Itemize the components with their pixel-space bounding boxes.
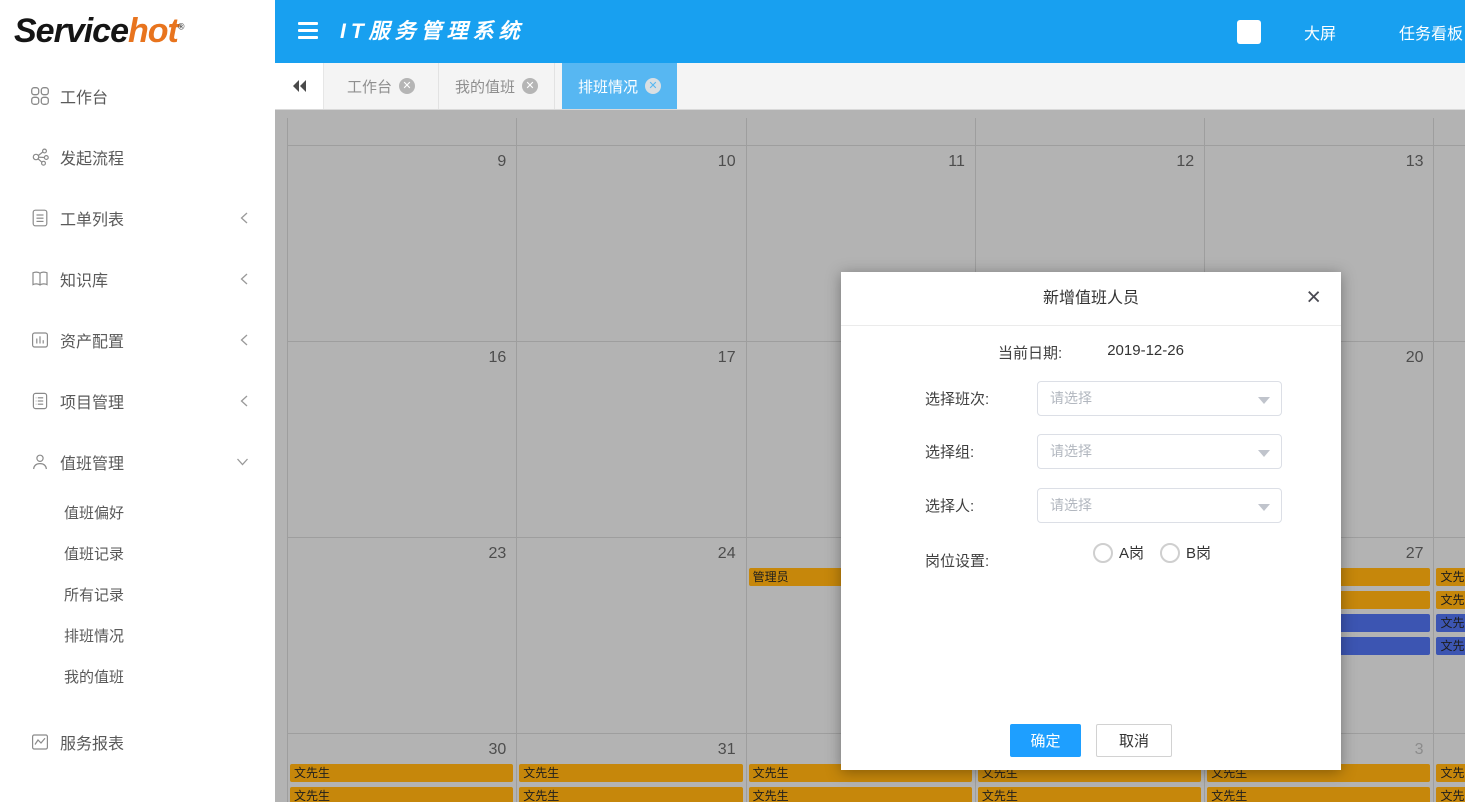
- book-icon: [30, 269, 50, 289]
- sidebar-subitem-label: 所有记录: [64, 584, 124, 605]
- tab-my-duty[interactable]: 我的值班 ✕: [439, 63, 555, 109]
- group-select[interactable]: 请选择: [1037, 434, 1282, 469]
- cancel-button[interactable]: 取消: [1096, 724, 1172, 757]
- caret-down-icon: [1258, 450, 1270, 457]
- sidebar-subitem-my-duty[interactable]: 我的值班: [0, 656, 275, 697]
- hamburger-menu-icon[interactable]: [298, 22, 318, 39]
- sidebar-subitem-label: 值班偏好: [64, 502, 124, 523]
- sidebar-item-label: 工单列表: [60, 206, 124, 230]
- sidebar-subitem-duty-preference[interactable]: 值班偏好: [0, 492, 275, 533]
- sidebar-item-label: 知识库: [60, 267, 108, 291]
- report-chart-icon: [30, 732, 50, 752]
- sidebar-item-label: 值班管理: [60, 450, 124, 474]
- caret-down-icon: [1258, 397, 1270, 404]
- tab-label: 工作台: [347, 76, 392, 97]
- post-setting-label: 岗位设置:: [925, 550, 989, 571]
- add-duty-person-modal: 新增值班人员 × 当前日期: 2019-12-26 选择班次: 请选择 选择组:…: [841, 272, 1341, 770]
- group-select-label: 选择组:: [925, 441, 974, 462]
- current-date-label: 当前日期:: [998, 342, 1062, 363]
- chevron-left-icon: [239, 333, 249, 346]
- big-screen-link[interactable]: 大屏: [1304, 20, 1336, 44]
- post-radio-group: A岗 B岗: [1093, 542, 1211, 563]
- close-icon[interactable]: ✕: [522, 78, 538, 94]
- close-icon[interactable]: ✕: [399, 78, 415, 94]
- caret-down-icon: [1258, 504, 1270, 511]
- radio-post-b[interactable]: B岗: [1160, 542, 1211, 563]
- confirm-button[interactable]: 确定: [1010, 724, 1081, 757]
- collapse-tabs-button[interactable]: [275, 63, 324, 109]
- tab-label: 排班情况: [578, 76, 638, 97]
- sidebar-subitem-label: 排班情况: [64, 625, 124, 646]
- sidebar-item-initiate-process[interactable]: 发起流程: [0, 126, 275, 187]
- sidebar-subitem-shift-schedule[interactable]: 排班情况: [0, 615, 275, 656]
- person-select-label: 选择人:: [925, 495, 974, 516]
- sidebar-item-duty-management[interactable]: 值班管理: [0, 431, 275, 492]
- sidebar-item-asset-config[interactable]: 资产配置: [0, 309, 275, 370]
- sidebar-item-label: 发起流程: [60, 145, 124, 169]
- sidebar-item-label: 项目管理: [60, 389, 124, 413]
- sidebar-item-label: 工作台: [60, 84, 108, 108]
- bar-chart-icon: [30, 330, 50, 350]
- sidebar-item-knowledge-base[interactable]: 知识库: [0, 248, 275, 309]
- grid-icon: [30, 86, 50, 106]
- select-placeholder: 请选择: [1038, 382, 1281, 415]
- current-date-value: 2019-12-26: [1107, 342, 1184, 363]
- user-icon: [30, 452, 50, 472]
- current-date-row: 当前日期: 2019-12-26: [841, 342, 1341, 363]
- close-icon[interactable]: ×: [1306, 283, 1321, 311]
- sidebar-item-service-reports[interactable]: 服务报表: [0, 711, 275, 772]
- chevron-left-icon: [239, 394, 249, 407]
- radio-label: B岗: [1186, 542, 1211, 563]
- select-placeholder: 请选择: [1038, 435, 1281, 468]
- sidebar-subitem-label: 值班记录: [64, 543, 124, 564]
- chevron-left-icon: [239, 211, 249, 224]
- shift-select-label: 选择班次:: [925, 388, 989, 409]
- task-board-link[interactable]: 任务看板: [1399, 20, 1463, 44]
- modal-header: 新增值班人员 ×: [841, 272, 1341, 326]
- sidebar-subitem-all-records[interactable]: 所有记录: [0, 574, 275, 615]
- sidebar-item-project-management[interactable]: 项目管理: [0, 370, 275, 431]
- flow-icon: [30, 147, 50, 167]
- duty-submenu: 值班偏好 值班记录 所有记录 排班情况 我的值班: [0, 492, 275, 697]
- document-list-icon: [30, 208, 50, 228]
- app-title: IT服务管理系统: [340, 0, 525, 63]
- sidebar-item-workbench[interactable]: 工作台: [0, 65, 275, 126]
- logo: Servicehot®: [0, 0, 275, 63]
- modal-footer: 确定 取消: [841, 724, 1341, 757]
- tab-bar: 工作台 ✕ 我的值班 ✕ 排班情况 ✕: [275, 63, 1465, 110]
- double-chevron-left-icon: [290, 78, 308, 94]
- chevron-down-icon: [236, 457, 249, 467]
- sidebar-item-partial[interactable]: [0, 795, 275, 802]
- logo-text: Servicehot®: [14, 12, 184, 51]
- sidebar-menu: 工作台 发起流程 工单列表 知: [0, 63, 275, 802]
- tab-shift-schedule[interactable]: 排班情况 ✕: [562, 63, 677, 109]
- registered-mark: ®: [178, 22, 184, 32]
- shift-select[interactable]: 请选择: [1037, 381, 1282, 416]
- tab-workbench[interactable]: 工作台 ✕: [324, 63, 439, 109]
- sidebar-subitem-duty-records[interactable]: 值班记录: [0, 533, 275, 574]
- sidebar: Servicehot® 工作台 发起流程 工单列表: [0, 0, 275, 802]
- radio-circle-icon: [1160, 543, 1180, 563]
- modal-title: 新增值班人员: [841, 272, 1341, 325]
- fullscreen-square-icon[interactable]: [1237, 20, 1261, 44]
- app-window: Servicehot® 工作台 发起流程 工单列表: [0, 0, 1465, 802]
- top-header: IT服务管理系统 大屏 任务看板: [275, 0, 1465, 63]
- select-placeholder: 请选择: [1038, 489, 1281, 522]
- sidebar-item-label: 资产配置: [60, 328, 124, 352]
- sidebar-item-workorder-list[interactable]: 工单列表: [0, 187, 275, 248]
- user-icon: [30, 795, 50, 802]
- chevron-left-icon: [239, 272, 249, 285]
- radio-label: A岗: [1119, 542, 1144, 563]
- project-file-icon: [30, 391, 50, 411]
- person-select[interactable]: 请选择: [1037, 488, 1282, 523]
- tab-label: 我的值班: [455, 76, 515, 97]
- header-actions: 大屏 任务看板: [1237, 0, 1465, 63]
- close-icon[interactable]: ✕: [645, 78, 661, 94]
- sidebar-item-label: 服务报表: [60, 730, 124, 754]
- sidebar-subitem-label: 我的值班: [64, 666, 124, 687]
- radio-post-a[interactable]: A岗: [1093, 542, 1144, 563]
- radio-circle-icon: [1093, 543, 1113, 563]
